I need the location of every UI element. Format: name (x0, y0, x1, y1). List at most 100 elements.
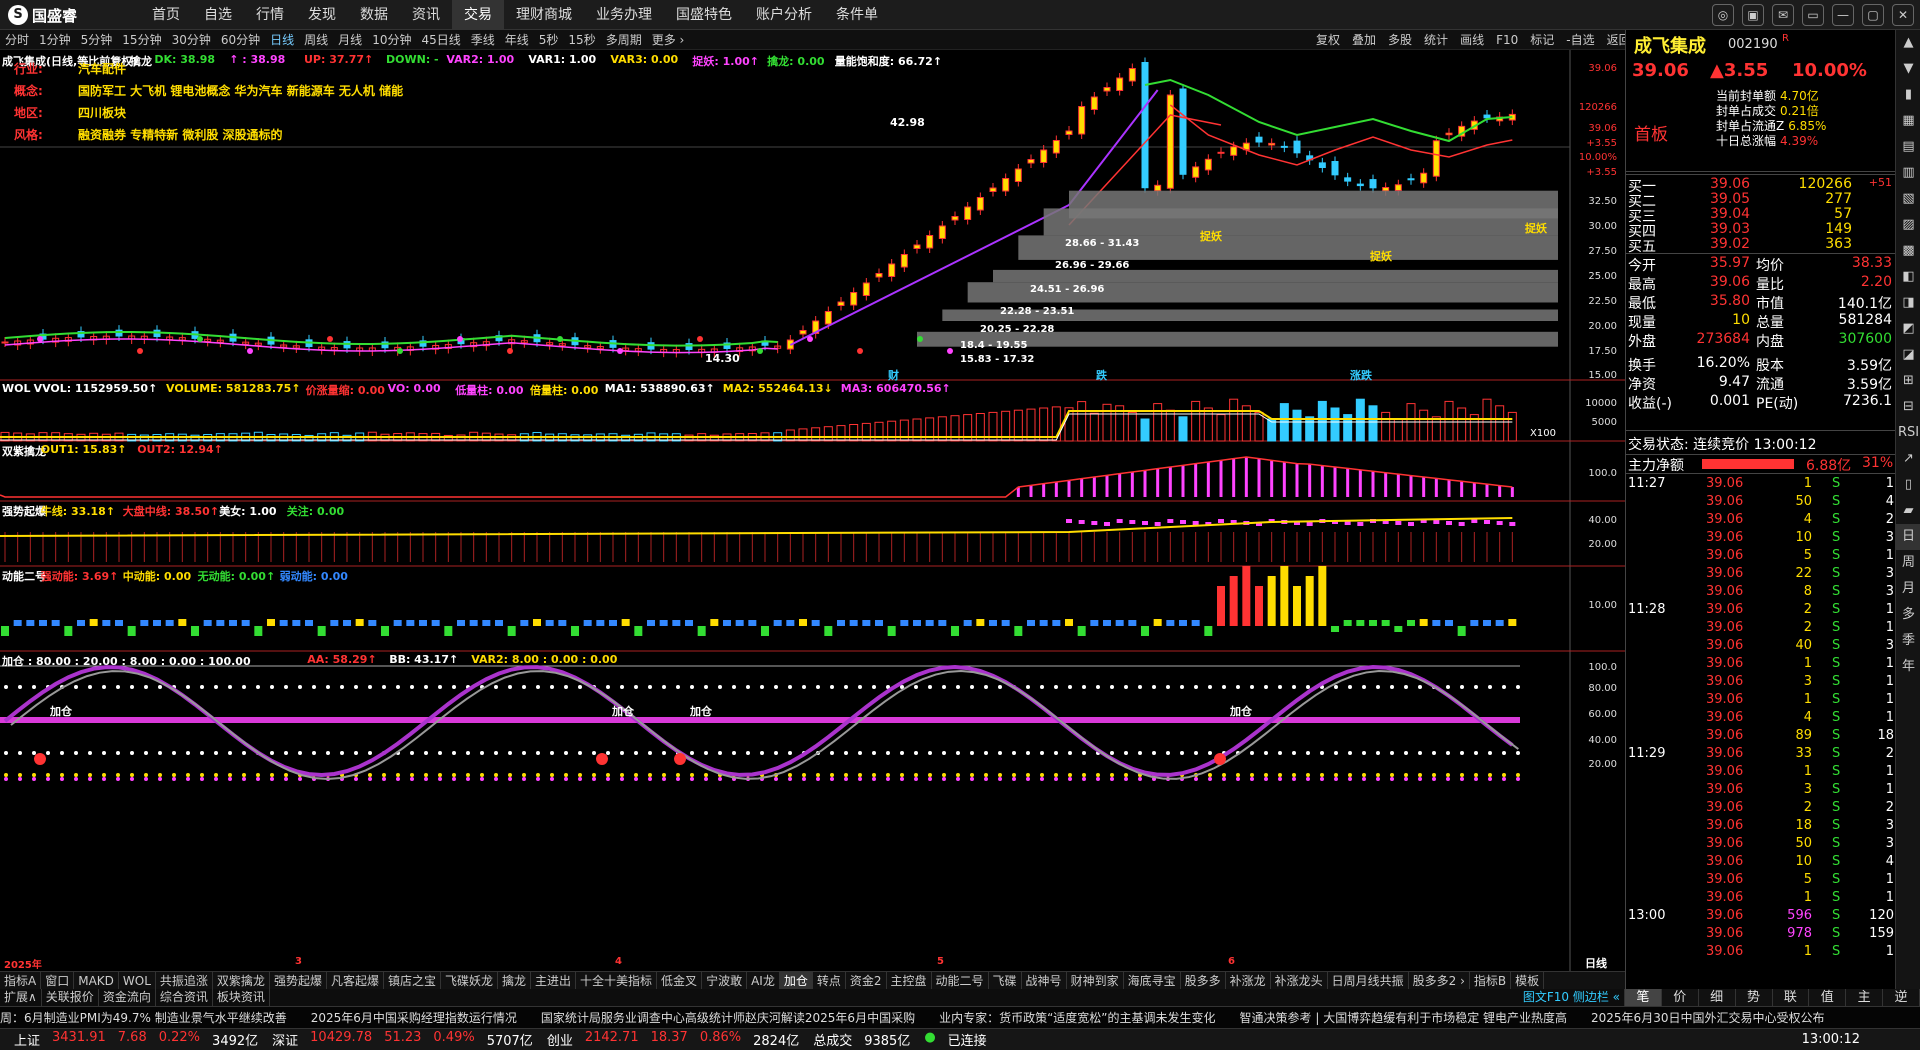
indicator-tab[interactable]: 主进出 (531, 972, 576, 989)
indicator-tab[interactable]: 资金2 (846, 972, 887, 989)
info-tab[interactable]: 资金流向 (99, 989, 156, 1006)
sidebar-icon[interactable]: ◨ (1896, 290, 1920, 316)
sidebar-icon[interactable]: 月 (1896, 576, 1920, 602)
sidebar-icon[interactable]: ▧ (1896, 186, 1920, 212)
news-item[interactable]: 业内专家：货币政策“适度宽松”的主基调未发生变化 (939, 1007, 1215, 1028)
indicator-tab[interactable]: 镇店之宝 (384, 972, 441, 989)
news-item[interactable]: 2025年6月30日中国外汇交易中心受权公布 (1591, 1007, 1824, 1028)
period-tab[interactable]: 5秒 (534, 30, 564, 49)
period-tab[interactable]: 年线 (500, 30, 534, 49)
panel-tab[interactable]: 势 (1736, 989, 1773, 1006)
sidebar-icon[interactable]: ▮ (1896, 82, 1920, 108)
chart-tool-button[interactable]: 叠加 (1346, 30, 1382, 50)
sidebar-icon[interactable]: 年 (1896, 654, 1920, 680)
sidebar-icon[interactable]: ▯ (1896, 472, 1920, 498)
info-tab[interactable]: 关联报价 (42, 989, 99, 1006)
sidebar-icon[interactable]: 周 (1896, 550, 1920, 576)
window-button-icon[interactable]: ▭ (1802, 4, 1824, 26)
period-tab[interactable]: 15分钟 (117, 30, 166, 49)
nav-10[interactable]: 账户分析 (744, 0, 824, 30)
indicator-tab[interactable]: 飞碟 (989, 972, 1022, 989)
chart-area[interactable]: 成飞集成(日线,等比前复权) ◇ 擒龙 DK: 38.98 ↑ : 38.98 UP: 3… (0, 50, 1625, 971)
news-ticker[interactable]: 周：6月制造业PMI为49.7% 制造业景气水平继续改善 2025年6月中国采购经… (0, 1006, 1920, 1028)
nav-7[interactable]: 理财商城 (504, 0, 584, 30)
indicator-tab[interactable]: WOL (119, 972, 156, 989)
period-tab[interactable]: 季线 (466, 30, 500, 49)
indicator-tab[interactable]: 双紫擒龙 (213, 972, 270, 989)
indicator-tab[interactable]: 宁波敢 (702, 972, 747, 989)
bid-price[interactable]: 39.02 (1710, 236, 1750, 252)
indicator-tab[interactable]: 飞碟妖龙 (441, 972, 498, 989)
window-button-icon[interactable]: ▣ (1742, 4, 1764, 26)
period-tab[interactable]: 1分钟 (34, 30, 76, 49)
nav-3[interactable]: 发现 (296, 0, 348, 30)
sidebar-icon[interactable]: 多 (1896, 602, 1920, 628)
period-tab[interactable]: 更多 › (647, 30, 690, 49)
indicator-tab[interactable]: 加仓 (780, 972, 813, 989)
bid-price[interactable]: 39.04 (1710, 206, 1750, 222)
sidebar-icon[interactable]: ◧ (1896, 264, 1920, 290)
chart-tool-button[interactable]: 统计 (1418, 30, 1454, 50)
indicator-tab[interactable]: 擒龙 (498, 972, 531, 989)
panel-tab[interactable]: 细 (1699, 989, 1736, 1006)
period-tab[interactable]: 多周期 (601, 30, 647, 49)
indicator-tab[interactable]: 财神到家 (1067, 972, 1124, 989)
indicator-tab[interactable]: 指标A (0, 972, 41, 989)
window-button-icon[interactable]: ✕ (1892, 4, 1914, 26)
period-tab[interactable]: 5分钟 (76, 30, 118, 49)
nav-11[interactable]: 条件单 (824, 0, 890, 30)
indicator-tab[interactable]: 指标B (1470, 972, 1511, 989)
chart-tool-button[interactable]: F10 (1490, 30, 1524, 50)
panel-tab[interactable]: 逆 (1883, 989, 1920, 1006)
indicator-tab[interactable]: 股多多 (1181, 972, 1226, 989)
indicator-tab[interactable]: 股多多2 › (1409, 972, 1470, 989)
indicator-tab[interactable]: 动能二号 (932, 972, 989, 989)
indicator-tab[interactable]: 十全十美指标 (576, 972, 657, 989)
sidebar-icon[interactable]: 季 (1896, 628, 1920, 654)
nav-8[interactable]: 业务办理 (584, 0, 664, 30)
news-item[interactable]: 2025年6月中国采购经理指数运行情况 (311, 1007, 517, 1028)
bid-price[interactable]: 39.03 (1710, 221, 1750, 237)
indicator-tab[interactable]: MAKD (74, 972, 119, 989)
sidebar-icon[interactable]: ▼ (1896, 56, 1920, 82)
news-item[interactable]: 周：6月制造业PMI为49.7% 制造业景气水平继续改善 (0, 1007, 287, 1028)
indicator-tab[interactable]: 低金叉 (657, 972, 702, 989)
nav-6[interactable]: 交易 (452, 0, 504, 30)
chart-tool-button[interactable]: -自选 (1560, 30, 1600, 50)
window-button-icon[interactable]: ✉ (1772, 4, 1794, 26)
window-button-icon[interactable]: ▢ (1862, 4, 1884, 26)
period-tab[interactable]: 10分钟 (367, 30, 416, 49)
indicator-tab[interactable]: 补涨龙头 (1271, 972, 1328, 989)
index-quote[interactable]: 深证 10429.78 51.23 0.49% 5707亿 (272, 1030, 533, 1049)
period-tab[interactable]: 月线 (333, 30, 367, 49)
panel-tab[interactable]: 主 (1846, 989, 1883, 1006)
chart-tool-button[interactable]: 标记 (1524, 30, 1560, 50)
indicator-tab[interactable]: 模板 (1511, 972, 1544, 989)
sidebar-icon[interactable]: ▦ (1896, 108, 1920, 134)
panel-tab[interactable]: 笔 (1625, 989, 1662, 1006)
indicator-tab[interactable]: 日周月线共振 (1328, 972, 1409, 989)
sidebar-icon[interactable]: 日 (1896, 524, 1920, 550)
info-tab[interactable]: 综合资讯 (156, 989, 213, 1006)
indicator-tab[interactable]: 主控盘 (887, 972, 932, 989)
sidebar-icon[interactable]: ▥ (1896, 160, 1920, 186)
nav-5[interactable]: 资讯 (400, 0, 452, 30)
panel-tab[interactable]: 联 (1773, 989, 1810, 1006)
chart-tool-button[interactable]: 复权 (1310, 30, 1346, 50)
sidebar-icon[interactable]: ▲ (1896, 30, 1920, 56)
sidebar-icon[interactable]: ◩ (1896, 316, 1920, 342)
period-tab[interactable]: 周线 (299, 30, 333, 49)
window-button-icon[interactable]: — (1832, 4, 1854, 26)
nav-9[interactable]: 国盛特色 (664, 0, 744, 30)
indicator-tab[interactable]: 补涨龙 (1226, 972, 1271, 989)
nav-4[interactable]: 数据 (348, 0, 400, 30)
news-item[interactable]: 国家统计局服务业调查中心高级统计师赵庆河解读2025年6月中国采购 (541, 1007, 915, 1028)
index-quote[interactable]: 创业 2142.71 18.37 0.86% 2824亿 (547, 1030, 799, 1049)
period-tab[interactable]: 日线 (265, 30, 299, 49)
period-tab[interactable]: 分时 (0, 30, 34, 49)
period-tab[interactable]: 45日线 (416, 30, 465, 49)
sidebar-icon[interactable]: ↗ (1896, 446, 1920, 472)
info-tab[interactable]: 扩展∧ (0, 989, 42, 1006)
sidebar-icon[interactable]: ▰ (1896, 498, 1920, 524)
indicator-tab[interactable]: 强势起爆 (270, 972, 327, 989)
